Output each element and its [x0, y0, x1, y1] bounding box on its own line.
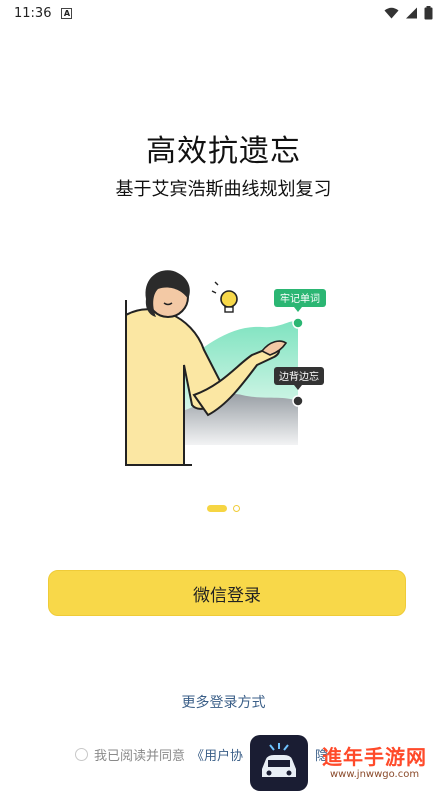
status-left: 11:36 A [14, 5, 73, 21]
onboarding-illustration: 牢记单词 边背边忘 [125, 270, 326, 466]
tag-remember-label: 牢记单词 [280, 292, 320, 305]
car-icon [262, 743, 296, 777]
tag-forget-label: 边背边忘 [279, 370, 319, 383]
wechat-login-button[interactable]: 微信登录 [48, 570, 406, 616]
page-indicator [207, 505, 240, 512]
status-time: 11:36 [14, 5, 52, 21]
agreement-prefix: 我已阅读并同意 [94, 749, 186, 764]
watermark-url: www.jnwwgo.com [330, 769, 420, 780]
notification-badge-icon: A [61, 7, 73, 19]
status-right [384, 6, 433, 20]
lightbulb-icon [211, 281, 238, 313]
page-dot-active [207, 505, 227, 512]
status-bar: 11:36 A [0, 0, 447, 26]
battery-icon [424, 6, 433, 20]
wifi-icon [384, 7, 399, 19]
watermark-logo-icon [250, 735, 308, 791]
tag-remember: 牢记单词 [274, 289, 326, 329]
signal-icon [406, 7, 417, 19]
watermark-brand: 進年手游网 [322, 745, 427, 769]
page-subtitle: 基于艾宾浩斯曲线规划复习 [115, 179, 332, 200]
agreement-checkbox[interactable] [75, 748, 88, 761]
user-agreement-link[interactable]: 《用户协 [191, 745, 243, 764]
page-dot [233, 505, 240, 512]
more-login-options-link[interactable]: 更多登录方式 [0, 692, 447, 712]
page-title: 高效抗遗忘 [146, 134, 301, 169]
